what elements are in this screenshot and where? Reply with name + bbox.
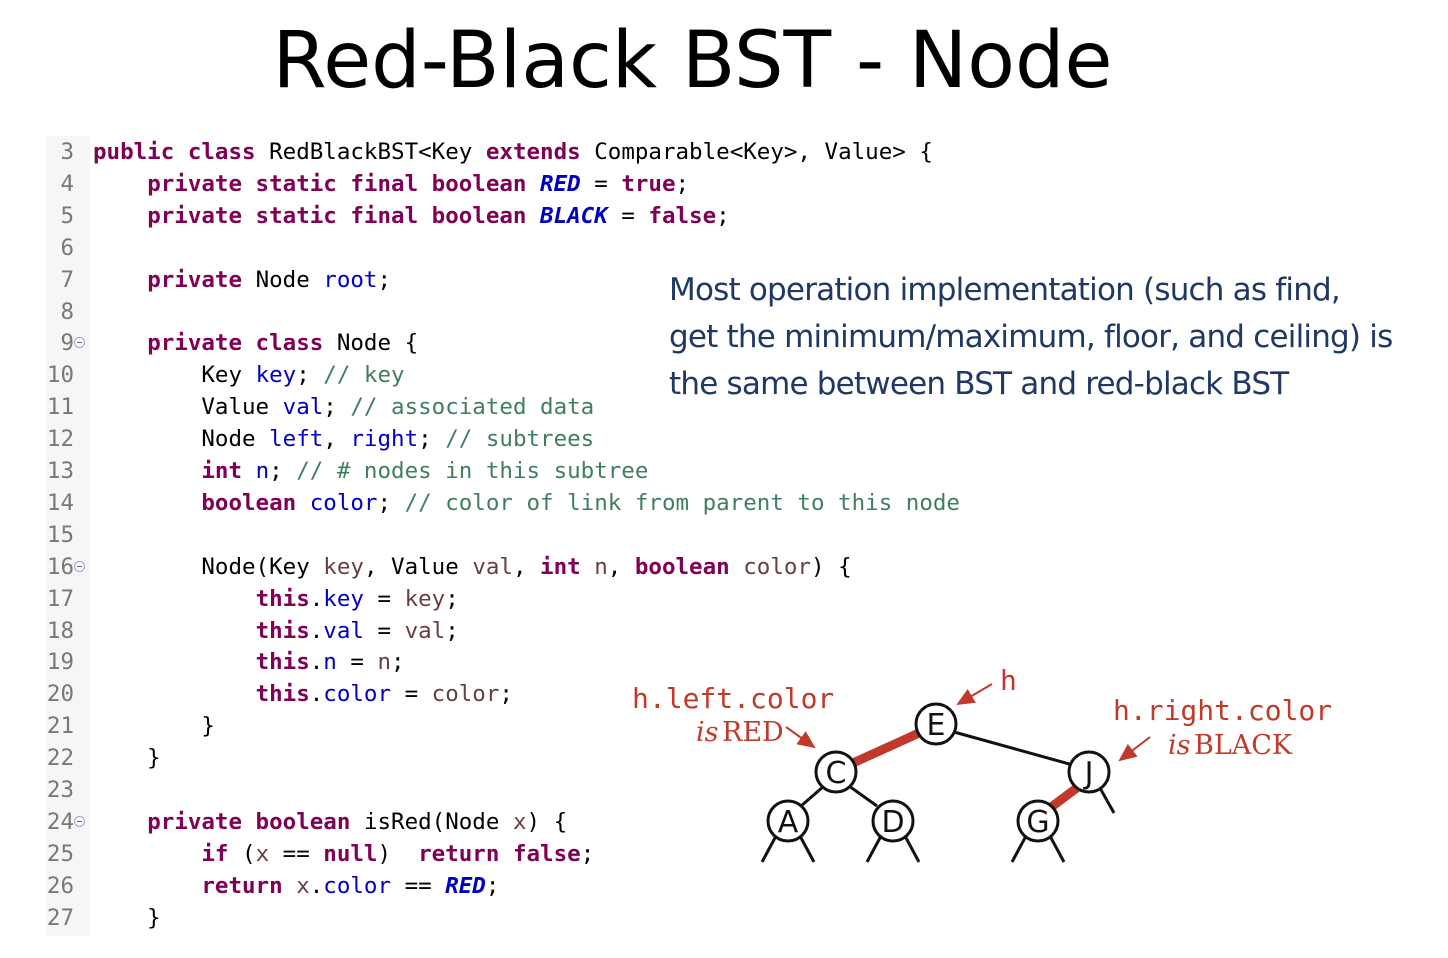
null-link bbox=[798, 835, 816, 863]
h-pointer-label: h bbox=[1000, 664, 1017, 697]
right-color-arrow bbox=[1118, 736, 1151, 762]
link-C-D-black bbox=[848, 784, 878, 808]
tree-node-A: A bbox=[766, 799, 810, 843]
left-is-label: is bbox=[696, 717, 719, 748]
link-E-C-red bbox=[851, 728, 921, 768]
node-label: E bbox=[927, 708, 946, 743]
link-E-J-black bbox=[953, 730, 1074, 767]
node-label: J bbox=[1083, 756, 1094, 791]
left-color-label: h.left.color bbox=[632, 682, 834, 715]
right-is-label: is bbox=[1168, 730, 1191, 761]
null-link bbox=[1048, 835, 1066, 863]
h-pointer-arrow bbox=[956, 683, 993, 706]
node-label: C bbox=[826, 756, 847, 791]
node-label: G bbox=[1026, 805, 1049, 840]
left-value-label: RED bbox=[722, 717, 784, 748]
null-link bbox=[1010, 835, 1028, 863]
null-link bbox=[865, 835, 883, 863]
right-color-label: h.right.color bbox=[1113, 694, 1332, 727]
node-label: A bbox=[778, 805, 799, 840]
link-J-null-right bbox=[1098, 787, 1116, 814]
node-label: D bbox=[881, 805, 904, 840]
null-link bbox=[903, 835, 921, 863]
left-color-arrow bbox=[785, 726, 816, 749]
tree-node-D: D bbox=[871, 799, 915, 843]
tree-node-C: C bbox=[814, 750, 858, 794]
red-black-tree-diagram: E C J A D G h h.left.color is RED h.righ… bbox=[632, 664, 1332, 863]
link-J-G-red bbox=[1047, 783, 1081, 812]
tree-node-E: E bbox=[914, 702, 958, 746]
tree-node-J: J bbox=[1067, 750, 1111, 794]
null-link bbox=[760, 835, 778, 863]
link-C-A-black bbox=[800, 784, 825, 808]
right-value-label: BLACK bbox=[1194, 730, 1293, 761]
tree-node-G: G bbox=[1016, 799, 1060, 843]
